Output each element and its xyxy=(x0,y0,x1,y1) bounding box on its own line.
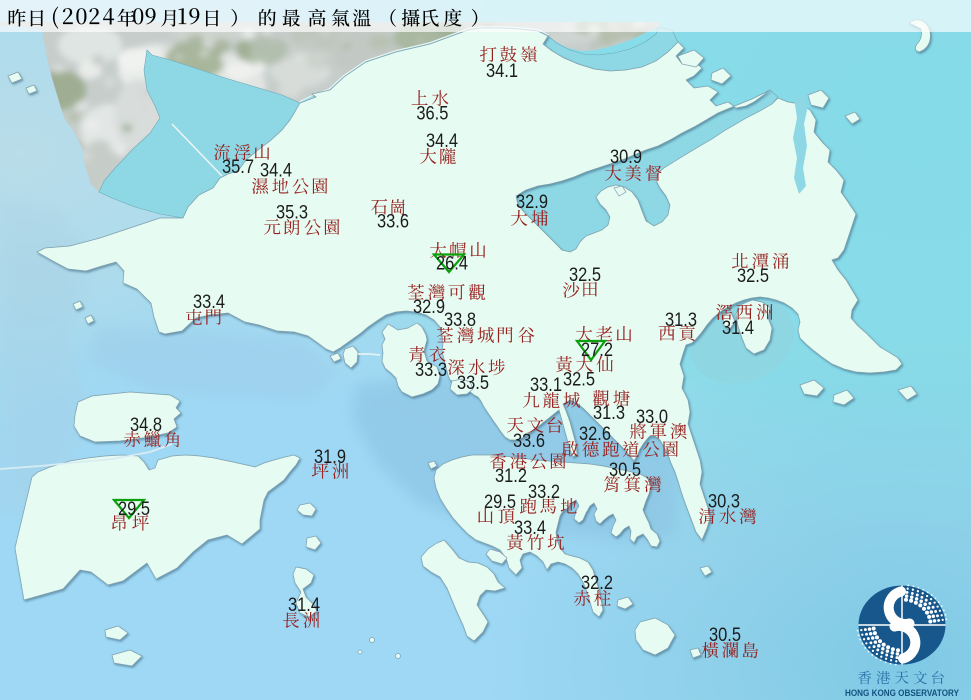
svg-text:30.9: 30.9 xyxy=(610,147,642,168)
svg-text:31.2: 31.2 xyxy=(495,466,527,487)
svg-text:32.2: 32.2 xyxy=(581,573,613,594)
svg-text:33.6: 33.6 xyxy=(377,212,409,233)
svg-text:27.2: 27.2 xyxy=(581,340,613,361)
svg-text:31.4: 31.4 xyxy=(722,318,754,339)
svg-text:32.5: 32.5 xyxy=(569,265,601,286)
svg-text:35.3: 35.3 xyxy=(276,203,308,224)
svg-text:31.9: 31.9 xyxy=(314,447,346,468)
svg-text:33.4: 33.4 xyxy=(193,292,225,313)
svg-text:33.6: 33.6 xyxy=(513,431,545,452)
svg-text:30.3: 30.3 xyxy=(708,492,740,513)
svg-text:32.6: 32.6 xyxy=(579,424,611,445)
svg-text:33.8: 33.8 xyxy=(444,310,476,331)
svg-text:32.9: 32.9 xyxy=(413,297,445,318)
svg-text:33.1: 33.1 xyxy=(530,375,562,396)
svg-text:35.7: 35.7 xyxy=(222,157,254,178)
svg-text:26.4: 26.4 xyxy=(436,254,468,275)
svg-text:34.1: 34.1 xyxy=(486,61,518,82)
svg-text:33.5: 33.5 xyxy=(457,373,489,394)
svg-text:29.5: 29.5 xyxy=(118,499,150,520)
svg-text:31.4: 31.4 xyxy=(288,595,320,616)
svg-text:34.8: 34.8 xyxy=(130,415,162,436)
svg-text:HONG KONG OBSERVATORY: HONG KONG OBSERVATORY xyxy=(845,688,960,699)
svg-text:30.5: 30.5 xyxy=(709,625,741,646)
svg-text:33.2: 33.2 xyxy=(528,482,560,503)
svg-text:29.5: 29.5 xyxy=(484,492,516,513)
svg-text:33.4: 33.4 xyxy=(514,518,546,539)
svg-text:33.0: 33.0 xyxy=(636,407,668,428)
svg-text:32.5: 32.5 xyxy=(737,266,769,287)
svg-text:34.4: 34.4 xyxy=(260,161,292,182)
svg-text:31.3: 31.3 xyxy=(593,403,625,424)
svg-text:31.3: 31.3 xyxy=(665,310,697,331)
svg-text:36.5: 36.5 xyxy=(416,104,448,125)
svg-text:34.4: 34.4 xyxy=(426,131,458,152)
svg-text:32.5: 32.5 xyxy=(563,370,595,391)
svg-text:33.3: 33.3 xyxy=(415,360,447,381)
svg-text:30.5: 30.5 xyxy=(609,460,641,481)
svg-text:32.9: 32.9 xyxy=(516,192,548,213)
